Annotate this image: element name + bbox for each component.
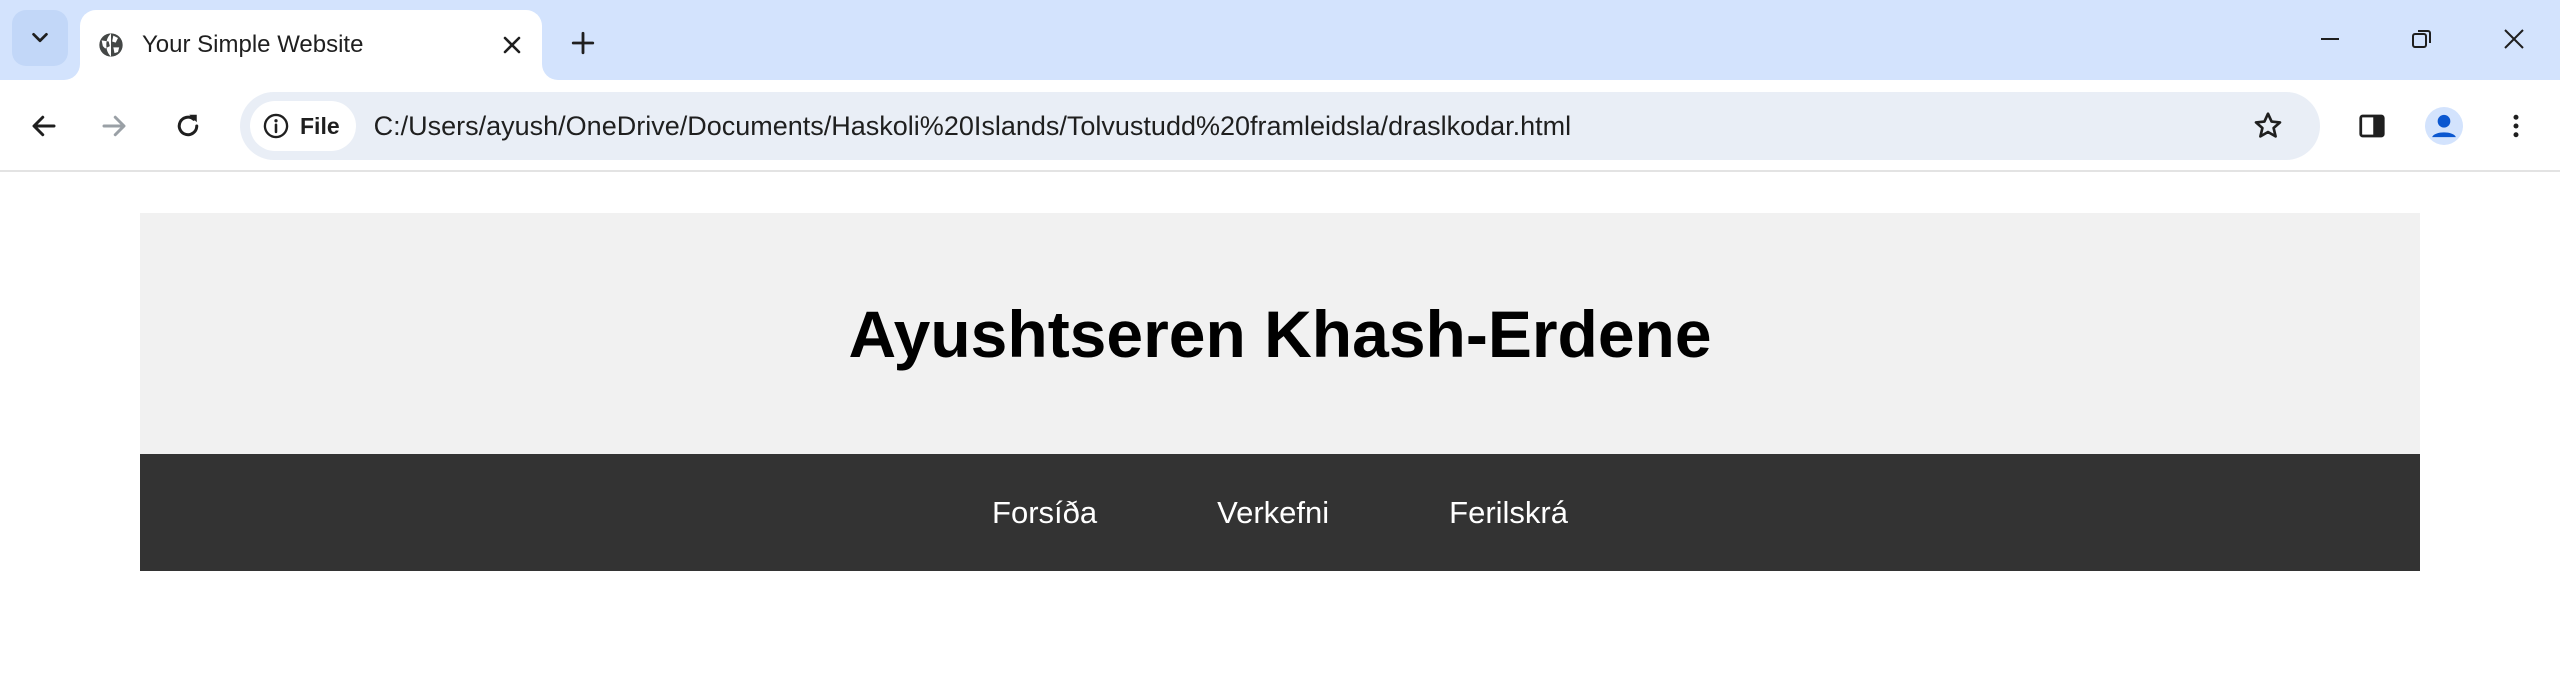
address-bar[interactable]: File C:/Users/ayush/OneDrive/Documents/H… [240,92,2320,160]
url-text[interactable]: C:/Users/ayush/OneDrive/Documents/Haskol… [374,111,2244,142]
star-icon [2254,112,2282,138]
browser-toolbar: File C:/Users/ayush/OneDrive/Documents/H… [0,80,2560,172]
chevron-down-icon [32,32,48,43]
restore-button[interactable] [2392,16,2452,62]
plus-icon [571,31,595,55]
close-icon [503,36,521,54]
site-chip-label: File [300,112,340,139]
side-panel-icon [2359,114,2385,138]
arrow-right-icon [102,115,126,137]
back-button[interactable] [20,102,68,150]
close-icon [2504,29,2524,49]
site-info-chip[interactable]: File [250,101,356,151]
close-window-button[interactable] [2484,16,2544,62]
tab-search-button[interactable] [12,10,68,66]
globe-icon [96,30,126,60]
arrow-left-icon [32,115,56,137]
kebab-menu-icon [2513,114,2519,138]
bookmark-button[interactable] [2244,102,2292,150]
restore-icon [2412,30,2431,48]
active-tab[interactable]: Your Simple Website [80,10,542,80]
info-icon [263,113,289,139]
reload-icon [177,114,199,137]
menu-button[interactable] [2492,102,2540,150]
nav-link-forsida[interactable]: Forsíða [932,495,1157,531]
close-tab-button[interactable] [496,29,528,61]
side-panel-button[interactable] [2348,102,2396,150]
profile-icon [2425,107,2463,145]
minimize-icon [2321,38,2339,40]
site-title: Ayushtseren Khash-Erdene [848,296,1712,371]
site-header: Ayushtseren Khash-Erdene [140,213,2420,454]
site-nav: Forsíða Verkefni Ferilskrá [140,454,2420,571]
nav-link-ferilskra[interactable]: Ferilskrá [1389,495,1628,531]
new-tab-button[interactable] [560,20,606,66]
minimize-button[interactable] [2300,16,2360,62]
nav-link-verkefni[interactable]: Verkefni [1157,495,1389,531]
tab-strip: Your Simple Website [0,0,2560,80]
tab-title: Your Simple Website [142,31,364,58]
profile-button[interactable] [2420,102,2468,150]
reload-button[interactable] [164,102,212,150]
forward-button[interactable] [90,102,138,150]
